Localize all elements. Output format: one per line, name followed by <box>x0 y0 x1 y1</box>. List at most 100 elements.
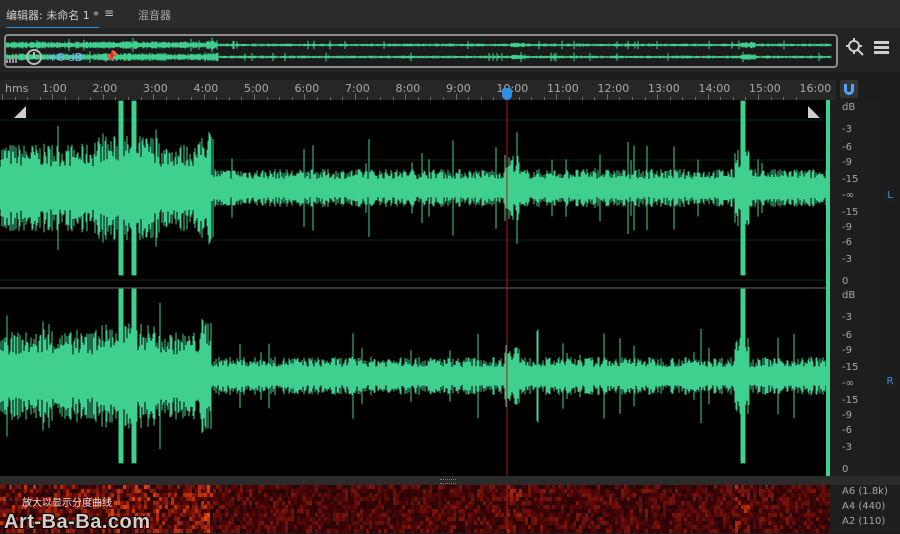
spectral-cell <box>591 525 594 529</box>
channel-right-button[interactable]: R <box>883 375 897 389</box>
spectral-cell <box>771 513 774 517</box>
spectral-cell <box>291 493 294 497</box>
spectral-cell <box>618 525 621 529</box>
tab-menu-icon[interactable]: ≡ <box>104 6 114 20</box>
spectral-cell <box>270 525 273 529</box>
volume-value[interactable]: +0 dB <box>48 51 82 64</box>
spectral-cell <box>459 525 462 529</box>
spectral-cell <box>333 529 336 533</box>
spectral-cell <box>231 513 234 517</box>
pin-icon[interactable]: 📌 <box>104 50 118 64</box>
spectral-cell <box>558 513 561 517</box>
panel-menu-icon[interactable] <box>873 38 891 56</box>
spectral-cell <box>666 513 669 517</box>
spectral-cell <box>495 509 498 513</box>
spectral-cell <box>393 505 396 509</box>
spectral-cell <box>606 501 609 505</box>
spectral-cell <box>762 497 765 501</box>
spectral-cell <box>120 493 123 497</box>
volume-knob-icon[interactable] <box>26 49 42 65</box>
spectral-cell <box>819 525 822 529</box>
spectral-cell <box>339 505 342 509</box>
spectral-cell <box>567 485 570 489</box>
divider-grip-icon[interactable] <box>440 479 456 484</box>
spectral-cell <box>471 505 474 509</box>
spectral-cell <box>780 513 783 517</box>
spectral-cell <box>366 489 369 493</box>
spectral-cell <box>225 509 228 513</box>
spectral-cell <box>738 493 741 497</box>
spectral-cell <box>627 525 630 529</box>
panel-divider[interactable] <box>0 476 900 485</box>
tab-editor[interactable]: 编辑器: 未命名 1 * <box>6 7 99 29</box>
spectral-cell <box>276 489 279 493</box>
spectral-cell <box>528 513 531 517</box>
spectral-cell <box>540 521 543 525</box>
spectral-cell <box>489 509 492 513</box>
waveform-display[interactable] <box>0 100 830 476</box>
spectral-cell <box>603 493 606 497</box>
spectral-cell <box>480 529 483 533</box>
spectral-cell <box>483 493 486 497</box>
playhead-marker[interactable] <box>502 88 512 100</box>
snap-magnet-icon[interactable] <box>840 80 858 98</box>
spectral-cell <box>711 489 714 493</box>
spectral-cell <box>132 489 135 493</box>
spectral-cell <box>366 497 369 501</box>
spectral-cell <box>228 497 231 501</box>
spectral-cell <box>387 501 390 505</box>
spectral-cell <box>714 501 717 505</box>
spectral-cell <box>687 497 690 501</box>
spectral-cell <box>492 485 495 489</box>
time-ruler[interactable]: hms 1:00 2:00 3:00 4:00 5:00 6:00 7:00 8:00 9:00… <box>0 80 836 100</box>
spectral-cell <box>447 525 450 529</box>
spectral-cell <box>243 501 246 505</box>
spectral-cell <box>171 525 174 529</box>
spectral-cell <box>348 493 351 497</box>
spectral-cell <box>156 501 159 505</box>
frequency-label: A6 (1.8k) <box>842 486 888 497</box>
spectral-cell <box>774 521 777 525</box>
overview-navigator[interactable] <box>4 34 838 68</box>
spectral-cell <box>240 501 243 505</box>
spectral-cell <box>159 485 162 489</box>
spectral-cell <box>162 505 165 509</box>
spectral-cell <box>822 493 825 497</box>
tab-mixer[interactable]: 混音器 <box>138 7 171 23</box>
spectral-cell <box>729 525 732 529</box>
spectral-cell <box>450 513 453 517</box>
spectral-cell <box>348 513 351 517</box>
spectral-cell <box>255 513 258 517</box>
spectral-cell <box>630 529 633 533</box>
spectral-cell <box>48 489 51 493</box>
spectral-cell <box>168 513 171 517</box>
spectral-cell <box>366 485 369 489</box>
spectral-cell <box>465 485 468 489</box>
spectral-cell <box>465 493 468 497</box>
spectral-cell <box>447 501 450 505</box>
spectral-cell <box>816 485 819 489</box>
zoom-navigator-icon[interactable] <box>846 38 864 56</box>
spectral-cell <box>222 505 225 509</box>
spectral-cell <box>327 513 330 517</box>
spectral-cell <box>567 497 570 501</box>
spectral-cell <box>810 513 813 517</box>
spectral-cell <box>297 525 300 529</box>
spectral-cell <box>525 505 528 509</box>
overview-right-channel <box>6 51 832 63</box>
spectral-cell <box>393 493 396 497</box>
spectral-cell <box>318 497 321 501</box>
spectral-cell <box>252 529 255 533</box>
spectral-cell <box>690 493 693 497</box>
spectral-cell <box>162 489 165 493</box>
spectral-cell <box>261 521 264 525</box>
spectral-cell <box>753 485 756 489</box>
spectral-cell <box>240 485 243 489</box>
spectral-cell <box>486 513 489 517</box>
spectral-cell <box>615 509 618 513</box>
spectral-cell <box>396 501 399 505</box>
spectral-cell <box>612 529 615 533</box>
spectral-cell <box>516 513 519 517</box>
spectral-cell <box>408 501 411 505</box>
channel-left-button[interactable]: L <box>883 189 897 203</box>
